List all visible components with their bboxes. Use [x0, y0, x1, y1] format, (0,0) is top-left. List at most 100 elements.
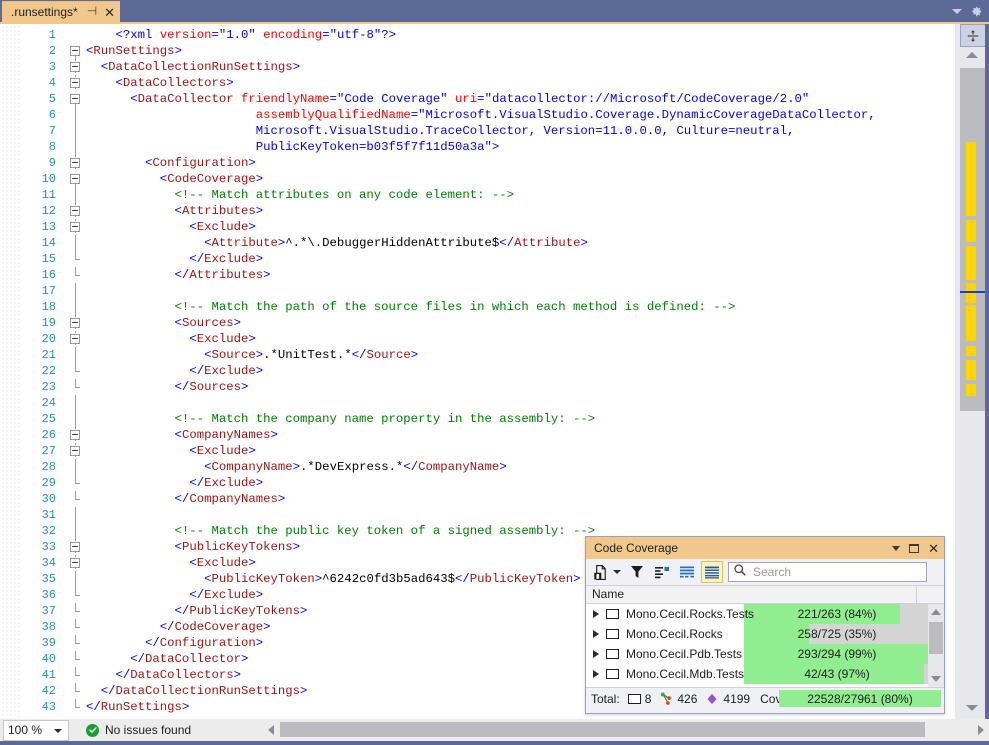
split-editor-icon[interactable]	[960, 24, 986, 47]
outlining-margin[interactable]	[68, 155, 84, 171]
code-line[interactable]: 7Microsoft.VisualStudio.TraceCollector, …	[0, 123, 955, 139]
outlining-margin[interactable]	[68, 123, 84, 139]
column-header-name[interactable]: Name	[592, 587, 624, 601]
code-line[interactable]: 16</Attributes>	[0, 267, 955, 283]
outlining-margin[interactable]	[68, 75, 84, 91]
outlining-margin[interactable]	[68, 411, 84, 427]
expand-triangle-icon[interactable]	[593, 630, 599, 638]
outlining-margin[interactable]	[68, 523, 84, 539]
code-line[interactable]: 8PublicKeyToken=b03f5f7f11d50a3a">	[0, 139, 955, 155]
gear-icon[interactable]	[968, 4, 983, 19]
outlining-margin[interactable]	[68, 171, 84, 187]
chevron-down-icon[interactable]	[613, 570, 621, 574]
collapse-toggle-icon[interactable]	[70, 334, 80, 344]
code-line[interactable]: 9<Configuration>	[0, 155, 955, 171]
outlining-margin[interactable]	[68, 203, 84, 219]
outlining-margin[interactable]	[68, 635, 84, 651]
outlining-margin[interactable]	[68, 459, 84, 475]
collapse-toggle-icon[interactable]	[70, 174, 80, 184]
code-line[interactable]: 18<!-- Match the path of the source file…	[0, 299, 955, 315]
outlining-margin[interactable]	[68, 43, 84, 59]
code-coverage-scroll-thumb[interactable]	[929, 622, 943, 654]
collapse-toggle-icon[interactable]	[70, 430, 80, 440]
code-line[interactable]: 27<Exclude>	[0, 443, 955, 459]
collapse-toggle-icon[interactable]	[70, 46, 80, 56]
outlining-margin[interactable]	[68, 347, 84, 363]
column-divider[interactable]	[916, 586, 917, 604]
outlining-margin[interactable]	[68, 683, 84, 699]
zoom-level-selector[interactable]: 100 %	[3, 720, 69, 741]
search-input-placeholder[interactable]: Search	[753, 565, 791, 579]
scroll-down-icon[interactable]	[931, 676, 941, 682]
code-coverage-titlebar[interactable]: Code Coverage ✕	[586, 537, 944, 559]
table-row[interactable]: Mono.Cecil.Mdb.Tests42/43 (97%)	[586, 664, 944, 684]
collapse-toggle-icon[interactable]	[70, 62, 80, 72]
collapse-toggle-icon[interactable]	[70, 78, 80, 88]
scroll-left-icon[interactable]	[268, 725, 274, 735]
code-line[interactable]: 29</Exclude>	[0, 475, 955, 491]
code-line[interactable]: 20<Exclude>	[0, 331, 955, 347]
collapse-toggle-icon[interactable]	[70, 558, 80, 568]
outlining-margin[interactable]	[68, 235, 84, 251]
expand-triangle-icon[interactable]	[593, 610, 599, 618]
code-line[interactable]: 21<Source>.*UnitTest.*</Source>	[0, 347, 955, 363]
outlining-margin[interactable]	[68, 331, 84, 347]
code-line[interactable]: 1<?xml version="1.0" encoding="utf-8"?>	[0, 27, 955, 43]
code-line[interactable]: 23</Sources>	[0, 379, 955, 395]
code-line[interactable]: 25<!-- Match the company name property i…	[0, 411, 955, 427]
code-line[interactable]: 22</Exclude>	[0, 363, 955, 379]
code-line[interactable]: 3<DataCollectionRunSettings>	[0, 59, 955, 75]
document-tab-runsettings[interactable]: .runsettings* ⊣ ✕	[2, 1, 120, 22]
outlining-margin[interactable]	[68, 667, 84, 683]
outlining-margin[interactable]	[68, 91, 84, 107]
expand-triangle-icon[interactable]	[593, 670, 599, 678]
chevron-down-icon[interactable]	[892, 546, 900, 551]
scroll-up-icon[interactable]	[966, 52, 978, 58]
table-row[interactable]: Mono.Cecil.Rocks.Tests221/263 (84%)	[586, 604, 944, 624]
outlining-margin[interactable]	[68, 555, 84, 571]
outlining-margin[interactable]	[68, 187, 84, 203]
outlining-margin[interactable]	[68, 571, 84, 587]
outlining-margin[interactable]	[68, 603, 84, 619]
code-line[interactable]: 26<CompanyNames>	[0, 427, 955, 443]
collapse-toggle-icon[interactable]	[70, 446, 80, 456]
collapse-toggle-icon[interactable]	[70, 158, 80, 168]
code-line[interactable]: 2<RunSettings>	[0, 43, 955, 59]
code-line[interactable]: 17	[0, 283, 955, 299]
code-coverage-scrollbar[interactable]	[928, 604, 944, 687]
scroll-right-icon[interactable]	[978, 725, 984, 735]
outlining-margin[interactable]	[68, 315, 84, 331]
code-line[interactable]: 10<CodeCoverage>	[0, 171, 955, 187]
outlining-margin[interactable]	[68, 139, 84, 155]
code-coverage-grid[interactable]: Mono.Cecil.Rocks.Tests221/263 (84%) Mono.…	[586, 604, 944, 687]
expand-triangle-icon[interactable]	[593, 650, 599, 658]
code-line[interactable]: 28<CompanyName>.*DevExpress.*</CompanyNa…	[0, 459, 955, 475]
pin-icon[interactable]: ⊣	[87, 5, 97, 17]
code-line[interactable]: 24	[0, 395, 955, 411]
code-coverage-search-box[interactable]: Search	[728, 562, 927, 582]
collapse-toggle-icon[interactable]	[70, 318, 80, 328]
outlining-margin[interactable]	[68, 267, 84, 283]
outlining-margin[interactable]	[68, 427, 84, 443]
outlining-margin[interactable]	[68, 475, 84, 491]
outlining-margin[interactable]	[68, 587, 84, 603]
scroll-up-icon[interactable]	[931, 609, 941, 615]
code-line[interactable]: 11<!-- Match attributes on any code elem…	[0, 187, 955, 203]
outlining-margin[interactable]	[68, 27, 84, 43]
editor-vertical-scrollbar[interactable]	[955, 24, 989, 719]
outlining-margin[interactable]	[68, 219, 84, 235]
code-line[interactable]: 31	[0, 507, 955, 523]
outlining-margin[interactable]	[68, 251, 84, 267]
editor-scroll-thumb[interactable]	[960, 68, 985, 411]
code-line[interactable]: 4<DataCollectors>	[0, 75, 955, 91]
collapse-toggle-icon[interactable]	[70, 94, 80, 104]
show-code-coverage-coloring-icon[interactable]	[651, 561, 673, 583]
outlining-margin[interactable]	[68, 363, 84, 379]
outlining-margin[interactable]	[68, 699, 84, 715]
highlight-rows-icon[interactable]	[701, 561, 723, 583]
close-icon[interactable]: ✕	[928, 542, 939, 555]
show-blocks-icon[interactable]	[676, 561, 698, 583]
outlining-margin[interactable]	[68, 491, 84, 507]
code-line[interactable]: 5<DataCollector friendlyName="Code Cover…	[0, 91, 955, 107]
code-line[interactable]: 14<Attribute>^.*\.DebuggerHiddenAttribut…	[0, 235, 955, 251]
